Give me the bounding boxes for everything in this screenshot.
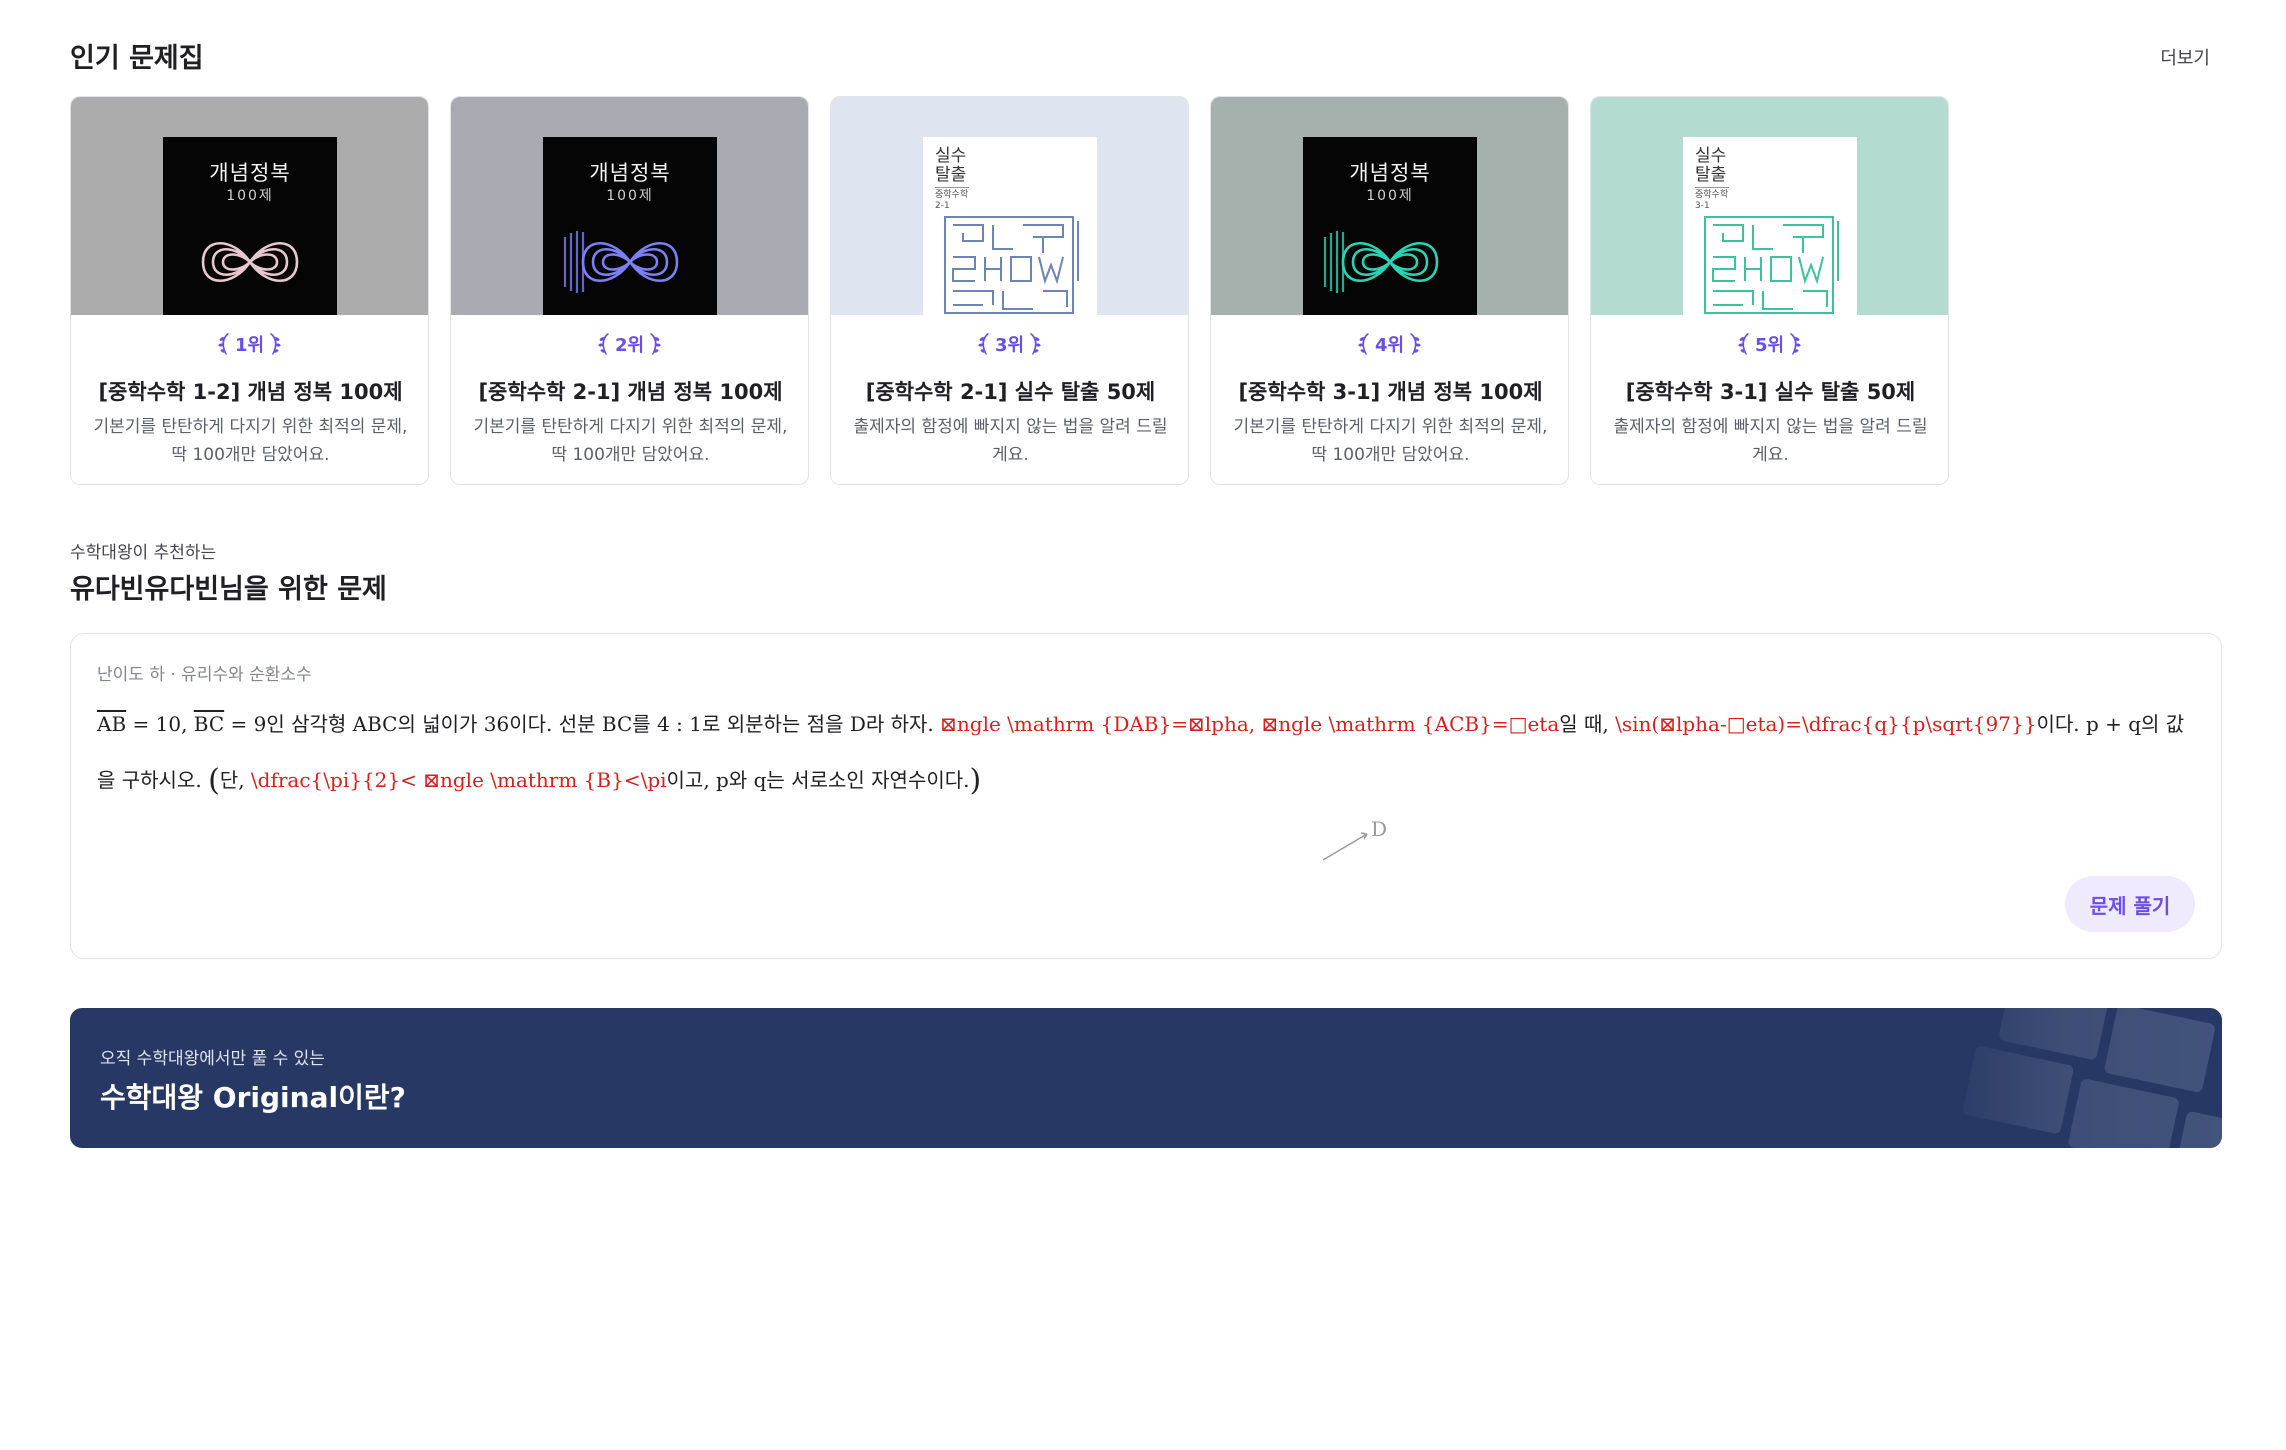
laurel-left-icon	[1358, 333, 1369, 355]
laurel-right-icon	[270, 333, 281, 355]
rank-badge: 1위	[71, 331, 428, 361]
segment-ab: AB	[97, 712, 127, 736]
rank-badge: 4위	[1211, 331, 1568, 361]
book-title: [중학수학 1-2] 개념 정복 100제	[98, 380, 403, 404]
laurel-right-icon	[1030, 333, 1041, 355]
problem-text-part: 단,	[219, 768, 251, 792]
book-description: 기본기를 탄탄하게 다지기 위한 최적의 문제, 딱 100개만 담았어요.	[1233, 417, 1548, 465]
figure-point-label: D	[1371, 817, 1387, 841]
infinity-graphic	[563, 231, 679, 293]
book-cover-image: 실수 탈출 중학수학 2-1	[923, 137, 1097, 315]
more-link[interactable]: 더보기	[2160, 44, 2210, 70]
rank-badge: 3위	[831, 331, 1188, 361]
book-cover-image: 실수 탈출 중학수학 3-1	[1683, 137, 1857, 315]
rank-label: 2위	[614, 335, 645, 356]
book-card[interactable]: 개념정복 100제 2위 [중학수학 2-1] 개념 정복 100제 기본기를 …	[450, 96, 809, 485]
problem-text-part: 이고, p와 q는 서로소인 자연수이다.	[666, 768, 970, 792]
book-cover-image: 개념정복 100제	[163, 137, 337, 315]
book-description: 출제자의 함정에 빠지지 않는 법을 알려 드릴게요.	[853, 417, 1168, 465]
book-title: [중학수학 2-1] 개념 정복 100제	[478, 380, 783, 404]
latex-error-text: ⊠ngle \mathrm {DAB}=⊠lpha, ⊠ngle \mathrm…	[940, 712, 1560, 736]
maze-graphic	[1704, 216, 1839, 314]
infinity-graphic	[183, 231, 299, 293]
laurel-left-icon	[978, 333, 989, 355]
book-cover: 실수 탈출 중학수학 3-1	[1591, 97, 1948, 315]
rank-label: 4위	[1374, 335, 1405, 356]
book-description: 출제자의 함정에 빠지지 않는 법을 알려 드릴게요.	[1613, 417, 1928, 465]
left-paren: (	[208, 763, 220, 798]
rank-badge: 5위	[1591, 331, 1948, 361]
laurel-left-icon	[1738, 333, 1749, 355]
problem-statement: AB = 10, BC = 9인 삼각형 ABC의 넓이가 36이다. 선분 B…	[97, 696, 2197, 809]
book-card[interactable]: 개념정복 100제 1위 [중학수학 1-2] 개념 정복 100제 기본기를 …	[70, 96, 429, 485]
original-banner[interactable]: 오직 수학대왕에서만 풀 수 있는 수학대왕 Original이란?	[70, 1008, 2222, 1148]
banner-preview-image	[1932, 1008, 2222, 1148]
book-description: 기본기를 탄탄하게 다지기 위한 최적의 문제, 딱 100개만 담았어요.	[93, 417, 408, 465]
problem-meta: 난이도 하 · 유리수와 순환소수	[97, 665, 312, 685]
segment-bc: BC	[193, 712, 225, 736]
book-cover: 실수 탈출 중학수학 2-1	[831, 97, 1188, 315]
problem-figure: D	[1322, 817, 1387, 861]
problem-card[interactable]: 난이도 하 · 유리수와 순환소수 AB = 10, BC = 9인 삼각형 A…	[70, 633, 2222, 959]
banner-title: 수학대왕 Original이란?	[100, 1081, 406, 1114]
banner-subtitle: 오직 수학대왕에서만 풀 수 있는	[100, 1049, 325, 1069]
book-cover-image: 개념정복 100제	[1303, 137, 1477, 315]
book-title: [중학수학 3-1] 개념 정복 100제	[1238, 380, 1543, 404]
problem-text-part: 일 때,	[1559, 712, 1616, 736]
book-cover: 개념정복 100제	[71, 97, 428, 315]
right-paren: )	[969, 763, 982, 798]
maze-graphic	[944, 216, 1079, 314]
laurel-left-icon	[218, 333, 229, 355]
rank-label: 5위	[1754, 335, 1785, 356]
book-title: [중학수학 3-1] 실수 탈출 50제	[1625, 380, 1916, 404]
laurel-right-icon	[650, 333, 661, 355]
popular-section-header: 인기 문제집 더보기	[70, 36, 2210, 76]
book-description: 기본기를 탄탄하게 다지기 위한 최적의 문제, 딱 100개만 담았어요.	[473, 417, 788, 465]
problem-text-part: = 10,	[126, 712, 194, 736]
rank-label: 3위	[994, 335, 1025, 356]
infinity-graphic	[1323, 231, 1439, 293]
laurel-left-icon	[598, 333, 609, 355]
solve-problem-button[interactable]: 문제 풀기	[2065, 876, 2195, 932]
popular-section-title: 인기 문제집	[70, 43, 204, 74]
book-card[interactable]: 실수 탈출 중학수학 2-1 3위 [중학수학 2-1] 실수 탈출 50제 출…	[830, 96, 1189, 485]
book-cover-image: 개념정복 100제	[543, 137, 717, 315]
book-cover: 개념정복 100제	[1211, 97, 1568, 315]
book-card[interactable]: 개념정복 100제 4위 [중학수학 3-1] 개념 정복 100제 기본기를 …	[1210, 96, 1569, 485]
laurel-right-icon	[1410, 333, 1421, 355]
book-cover: 개념정복 100제	[451, 97, 808, 315]
book-card[interactable]: 실수 탈출 중학수학 3-1 5위 [중학수학 3-1] 실수 탈출 50제 출…	[1590, 96, 1949, 485]
book-title: [중학수학 2-1] 실수 탈출 50제	[865, 380, 1156, 404]
latex-error-text: \sin(⊠lpha-□eta)=\dfrac{q}{p\sqrt{97}}	[1615, 712, 2037, 736]
recommend-subtitle: 수학대왕이 추천하는	[70, 543, 217, 563]
latex-error-text: \dfrac{\pi}{2}< ⊠ngle \mathrm {B}<\pi	[250, 768, 667, 792]
laurel-right-icon	[1790, 333, 1801, 355]
rank-label: 1위	[234, 335, 265, 356]
rank-badge: 2위	[451, 331, 808, 361]
problem-text-part: = 9인 삼각형 ABC의 넓이가 36이다. 선분 BC를 4 : 1로 외분…	[224, 712, 941, 736]
recommend-title: 유다빈유다빈님을 위한 문제	[70, 574, 387, 605]
